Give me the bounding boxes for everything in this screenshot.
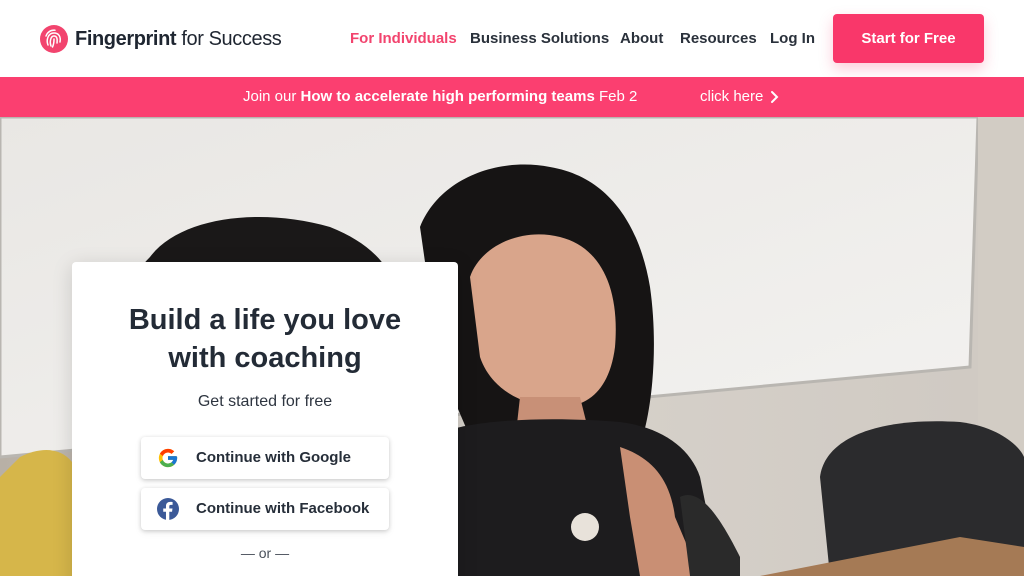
or-divider: — or — — [240, 545, 290, 561]
banner-message: Join our How to accelerate high performi… — [243, 88, 638, 105]
card-title: Build a life you love with coaching — [128, 304, 402, 374]
banner-event-name: How to accelerate high performing teams — [300, 88, 595, 105]
banner-click-here-link[interactable]: click here — [700, 88, 779, 105]
nav-for-individuals[interactable]: For Individuals — [350, 30, 457, 47]
brand-logo[interactable]: Fingerprint for Success — [40, 25, 282, 53]
signup-card: Build a life you love with coaching Get … — [72, 262, 458, 576]
start-for-free-button[interactable]: Start for Free — [833, 14, 984, 63]
nav-log-in[interactable]: Log In — [770, 30, 815, 47]
banner-link-label: click here — [700, 88, 764, 105]
card-subtitle: Get started for free — [197, 393, 333, 410]
google-button-label: Continue with Google — [196, 449, 351, 466]
facebook-icon — [157, 498, 179, 520]
promo-banner: Join our How to accelerate high performi… — [0, 77, 1024, 117]
fingerprint-icon — [40, 25, 68, 53]
site-header: Fingerprint for Success For Individuals … — [0, 0, 1024, 77]
nav-about[interactable]: About — [620, 30, 663, 47]
brand-name: Fingerprint for Success — [75, 27, 282, 50]
continue-with-google-button[interactable]: Continue with Google — [141, 437, 389, 479]
google-icon — [157, 447, 179, 469]
nav-resources[interactable]: Resources — [680, 30, 757, 47]
facebook-button-label: Continue with Facebook — [196, 500, 370, 517]
continue-with-facebook-button[interactable]: Continue with Facebook — [141, 488, 389, 530]
chevron-right-icon — [769, 90, 779, 104]
nav-business-solutions[interactable]: Business Solutions — [470, 30, 609, 47]
